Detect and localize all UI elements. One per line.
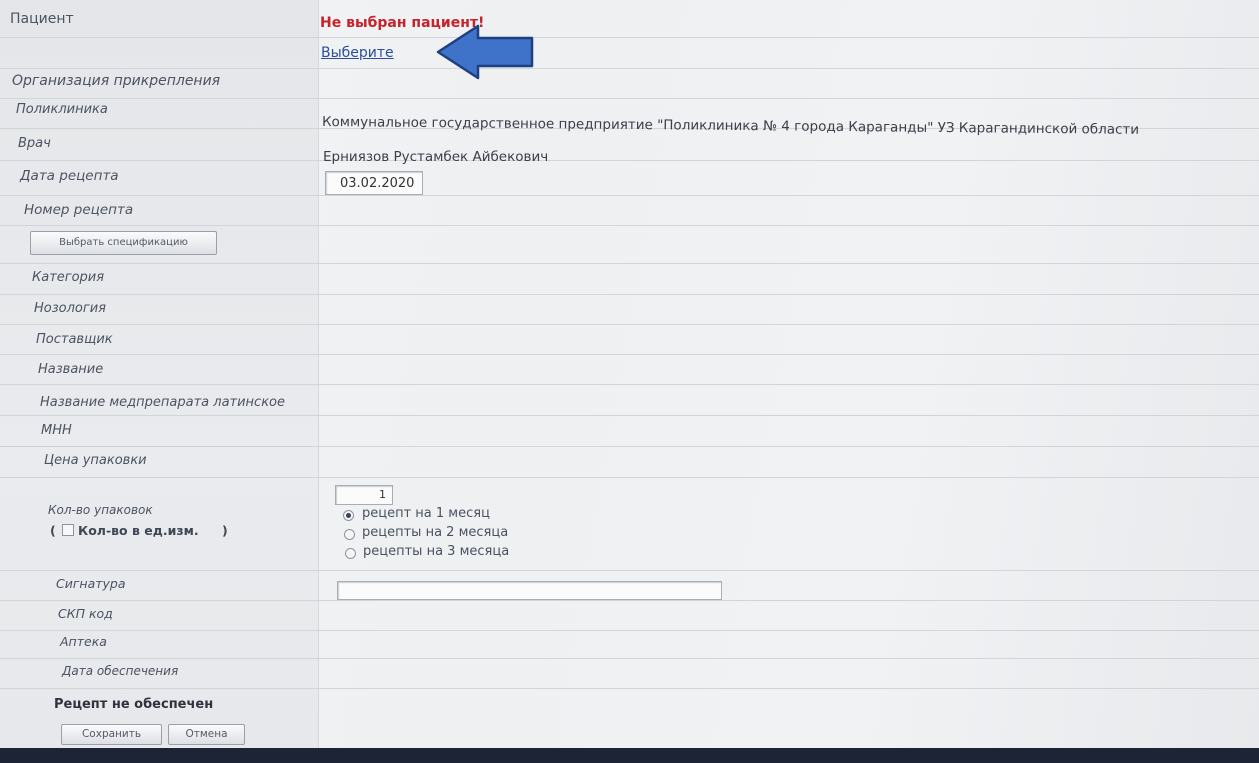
doctor-value: Ерниязов Рустамбек Айбекович	[323, 149, 549, 165]
row-divider	[0, 225, 1259, 226]
category-label: Категория	[32, 270, 105, 285]
prescription-number-label: Номер рецепта	[24, 202, 134, 218]
unit-count-group: (	[50, 523, 56, 538]
row-divider	[0, 98, 1259, 99]
unit-count-checkbox[interactable]	[62, 524, 74, 536]
radio-2-months-label: рецепты на 2 месяца	[362, 525, 509, 540]
radio-1-month[interactable]	[343, 510, 354, 521]
pointer-arrow-shape	[436, 24, 534, 80]
row-divider	[0, 160, 1259, 161]
inn-label: МНН	[41, 423, 72, 438]
row-divider	[0, 384, 1259, 385]
row-divider	[0, 415, 1259, 416]
row-divider	[0, 600, 1259, 601]
pharmacy-label: Аптека	[60, 634, 107, 649]
unit-count-group-close: )	[222, 523, 228, 538]
doctor-label: Врач	[18, 136, 51, 151]
row-divider	[0, 68, 1259, 69]
clinic-label: Поликлиника	[16, 102, 108, 117]
radio-2-months[interactable]	[344, 529, 355, 540]
row-divider	[0, 658, 1259, 659]
clinic-value: Коммунальное государственное предприятие…	[321, 114, 1140, 138]
screen-bezel	[0, 748, 1259, 763]
cancel-button[interactable]: Отмена	[168, 724, 245, 745]
latin-name-label: Название медпрепарата латинское	[40, 395, 286, 410]
row-divider	[0, 263, 1259, 264]
row-divider	[0, 446, 1259, 447]
packages-label: Кол-во упаковок	[48, 503, 153, 517]
row-divider	[0, 477, 1259, 478]
name-label: Название	[38, 362, 104, 377]
prescription-status: Рецепт не обеспечен	[54, 697, 214, 712]
choose-specification-button[interactable]: Выбрать спецификацию	[30, 231, 217, 255]
row-divider	[0, 630, 1259, 631]
package-price-label: Цена упаковки	[44, 453, 147, 468]
prescription-date-field[interactable]: 03.02.2020	[325, 171, 423, 195]
row-divider	[0, 37, 1259, 38]
supplier-label: Поставщик	[36, 332, 113, 347]
nosology-label: Нозология	[34, 301, 106, 316]
signature-field[interactable]	[337, 581, 722, 600]
radio-3-months-label: рецепты на 3 месяца	[363, 544, 510, 559]
signature-label: Сигнатура	[56, 576, 126, 591]
patient-label: Пациент	[10, 11, 74, 27]
choose-patient-link[interactable]: Выберите	[321, 45, 394, 61]
row-divider	[0, 688, 1259, 689]
row-divider	[0, 324, 1259, 325]
organization-label: Организация прикрепления	[12, 73, 221, 89]
supply-date-label: Дата обеспечения	[62, 664, 179, 678]
packages-quantity-field[interactable]: 1	[335, 485, 393, 505]
pointer-arrow-icon	[436, 24, 534, 80]
radio-3-months[interactable]	[345, 548, 356, 559]
prescription-date-label: Дата рецепта	[20, 168, 119, 184]
radio-1-month-label: рецепт на 1 месяц	[362, 506, 490, 521]
row-divider	[0, 195, 1259, 196]
row-divider	[0, 354, 1259, 355]
row-divider	[0, 570, 1259, 571]
save-button[interactable]: Сохранить	[61, 724, 162, 745]
skp-code-label: СКП код	[58, 606, 113, 621]
form-screen: Пациент Не выбран пациент! Выберите Орга…	[0, 0, 1259, 763]
unit-count-label: Кол-во в ед.изм.	[78, 523, 199, 538]
row-divider	[0, 294, 1259, 295]
